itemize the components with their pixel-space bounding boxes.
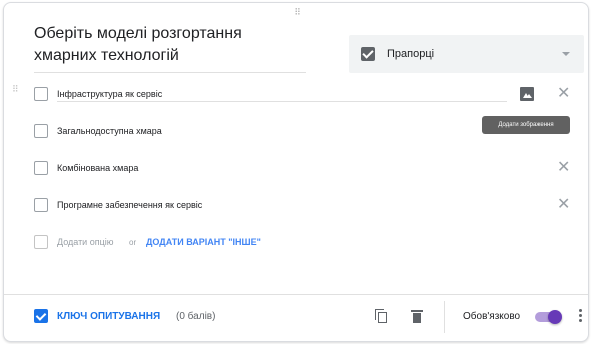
question-title[interactable]: Оберіть моделі розгортання хмарних техно…	[34, 23, 306, 67]
add-other-button[interactable]: ДОДАТИ ВАРІАНТ "ІНШЕ"	[146, 237, 261, 247]
required-toggle[interactable]	[535, 310, 563, 324]
checkbox-icon	[34, 161, 48, 175]
footer-divider	[4, 294, 588, 295]
question-type-select[interactable]: Прапорці	[349, 35, 584, 73]
caret-down-icon	[562, 52, 570, 56]
option-label[interactable]: Загальнодоступна хмара	[57, 126, 162, 136]
option-row: ⠿ Інфраструктура як сервіс ✕	[4, 79, 590, 109]
or-label: or	[129, 237, 137, 247]
question-type-label: Прапорці	[387, 48, 435, 60]
answer-key-button[interactable]: КЛЮЧ ОПИТУВАННЯ	[57, 311, 160, 322]
close-icon[interactable]: ✕	[557, 86, 570, 102]
drag-handle-icon[interactable]: ⠿	[12, 85, 20, 94]
add-option-input[interactable]: Додати опцію	[57, 237, 114, 247]
close-icon[interactable]: ✕	[557, 197, 570, 213]
option-label[interactable]: Програмне забезпечення як сервіс	[57, 200, 202, 210]
required-label: Обов'язково	[463, 311, 521, 322]
checkbox-icon	[34, 124, 48, 138]
checkbox-icon	[34, 198, 48, 212]
question-title-field[interactable]: Оберіть моделі розгортання хмарних техно…	[34, 23, 306, 73]
image-icon[interactable]	[520, 87, 534, 101]
checkbox-icon	[34, 87, 48, 101]
option-label[interactable]: Інфраструктура як сервіс	[57, 89, 162, 99]
option-label[interactable]: Комбінована хмара	[57, 163, 138, 173]
checkbox-icon	[34, 235, 48, 249]
option-row: Програмне забезпечення як сервіс ✕	[4, 190, 590, 220]
option-underline	[57, 101, 507, 102]
points-label: (0 балів)	[176, 311, 216, 322]
more-vert-icon[interactable]	[579, 309, 583, 323]
copy-icon[interactable]	[375, 309, 387, 323]
answer-key-icon[interactable]	[34, 309, 48, 323]
option-row: Загальнодоступна хмара	[4, 116, 590, 146]
drag-handle-icon[interactable]: ⠿	[291, 8, 305, 18]
checkbox-icon	[361, 47, 375, 61]
footer-vertical-divider	[444, 301, 445, 333]
add-option-row: Додати опцію or ДОДАТИ ВАРІАНТ "ІНШЕ"	[4, 227, 590, 257]
option-row: Комбінована хмара ✕	[4, 153, 590, 183]
question-card: ⠿ Оберіть моделі розгортання хмарних тех…	[3, 2, 589, 342]
delete-icon[interactable]	[411, 310, 423, 323]
close-icon[interactable]: ✕	[557, 160, 570, 176]
